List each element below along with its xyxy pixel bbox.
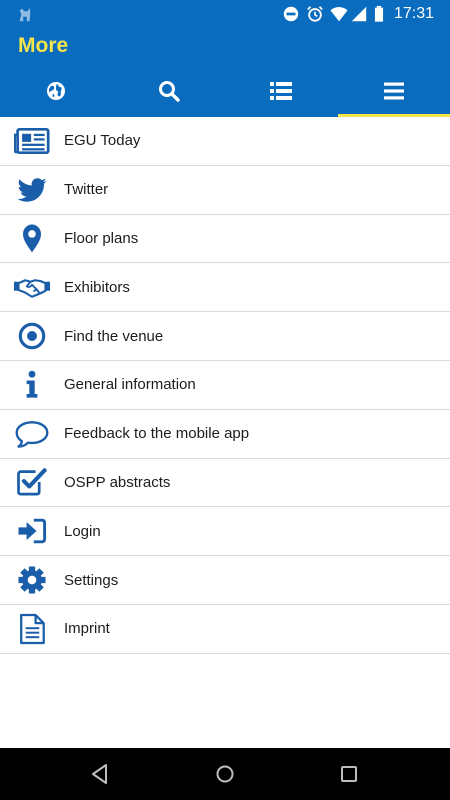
menu-item-settings[interactable]: Settings [0,556,450,605]
menu-item-label: Twitter [64,181,109,199]
menu-item-general-information[interactable]: General information [0,361,450,410]
map-pin-icon [8,219,56,257]
checkbox-icon [8,463,56,501]
globe-icon [47,81,66,100]
menu-item-label: Login [64,522,101,540]
menu-item-label: Settings [64,571,119,589]
menu-item-label: OSPP abstracts [64,473,171,491]
menu-item-label: EGU Today [64,132,141,150]
menu-item-ospp-abstracts[interactable]: OSPP abstracts [0,459,450,508]
signal-icon [351,6,367,22]
tab-more[interactable] [337,64,450,117]
wifi-icon [330,7,348,22]
recents-icon[interactable] [336,761,362,787]
home-icon[interactable] [212,761,238,787]
menu-item-login[interactable]: Login [0,507,450,557]
menu-item-floor-plans[interactable]: Floor plans [0,215,450,264]
clock: 17:31 [393,5,434,22]
search-icon [158,80,180,102]
system-nav-bar [0,748,450,800]
tab-search[interactable] [113,64,226,117]
more-menu-list: EGU Today Twitter Floor plans Exhibitors [0,117,450,654]
list-icon [270,81,293,100]
menu-item-twitter[interactable]: Twitter [0,166,450,215]
menu-icon [383,82,404,99]
status-bar: 17:31 [0,0,450,28]
menu-item-find-the-venue[interactable]: Find the venue [0,312,450,361]
tab-list[interactable] [225,64,338,117]
tab-globe[interactable] [0,64,113,117]
menu-item-label: Imprint [64,620,110,638]
menu-item-imprint[interactable]: Imprint [0,605,450,654]
document-icon [8,610,56,648]
newspaper-icon [8,122,56,160]
menu-item-feedback[interactable]: Feedback to the mobile app [0,410,450,459]
app-bar: More [0,28,450,64]
gear-icon [8,561,56,599]
app-notification-icon [19,7,31,22]
menu-item-exhibitors[interactable]: Exhibitors [0,263,450,313]
menu-item-label: Feedback to the mobile app [64,425,250,443]
battery-icon [374,5,384,22]
menu-item-label: Floor plans [64,229,139,247]
speech-bubble-icon [8,415,56,453]
target-icon [8,317,56,355]
menu-item-egu-today[interactable]: EGU Today [0,117,450,166]
twitter-icon [8,171,56,209]
tab-bar [0,64,450,117]
do-not-disturb-icon [283,6,299,22]
menu-item-label: Find the venue [64,327,164,345]
sign-in-icon [8,512,56,550]
app-screen: 17:31 More EGU Today Twitter Floor plans… [0,0,450,800]
handshake-icon [8,268,56,306]
info-icon [8,366,56,404]
menu-item-label: General information [64,376,196,394]
alarm-icon [307,6,323,22]
menu-item-label: Exhibitors [64,278,130,296]
back-icon[interactable] [87,761,113,787]
page-title: More [18,34,69,57]
